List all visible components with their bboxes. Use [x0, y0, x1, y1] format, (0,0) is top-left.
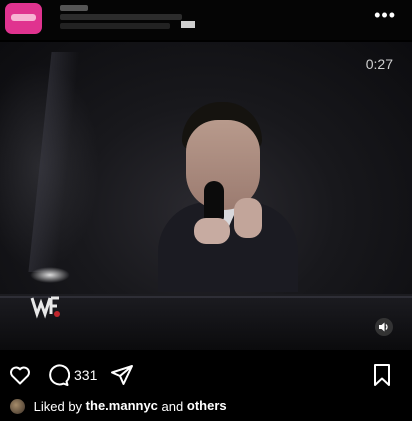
author-avatar[interactable] — [5, 3, 42, 34]
post-header: ••• — [0, 0, 412, 40]
light-glare — [30, 267, 70, 283]
comment-count[interactable]: 331 — [74, 367, 97, 383]
more-options-icon[interactable]: ••• — [374, 6, 396, 24]
caption-tag — [181, 21, 195, 28]
heart-icon[interactable] — [8, 363, 32, 387]
liked-by-username[interactable]: the.mannyc — [86, 398, 158, 413]
wwf-logo-icon — [30, 296, 60, 319]
presenter-hand — [194, 218, 230, 244]
speaker-icon[interactable] — [375, 318, 393, 336]
action-bar: 331 — [0, 352, 412, 398]
blurred-caption — [60, 5, 196, 29]
video-timer: 0:27 — [365, 56, 393, 72]
liker-avatar — [10, 399, 25, 415]
comment-bubble-icon[interactable] — [46, 363, 70, 387]
paper-plane-icon[interactable] — [110, 363, 134, 387]
liked-by-prefix: Liked by — [33, 399, 83, 415]
bookmark-icon[interactable] — [372, 363, 392, 387]
liked-by-line[interactable]: Liked by the.mannyc and others — [10, 398, 227, 418]
liked-by-others[interactable]: others — [187, 398, 227, 413]
presenter-hand — [234, 198, 262, 238]
microphone — [204, 181, 224, 221]
liked-by-and: and — [161, 399, 184, 415]
video-player[interactable]: 0:27 — [0, 42, 412, 350]
